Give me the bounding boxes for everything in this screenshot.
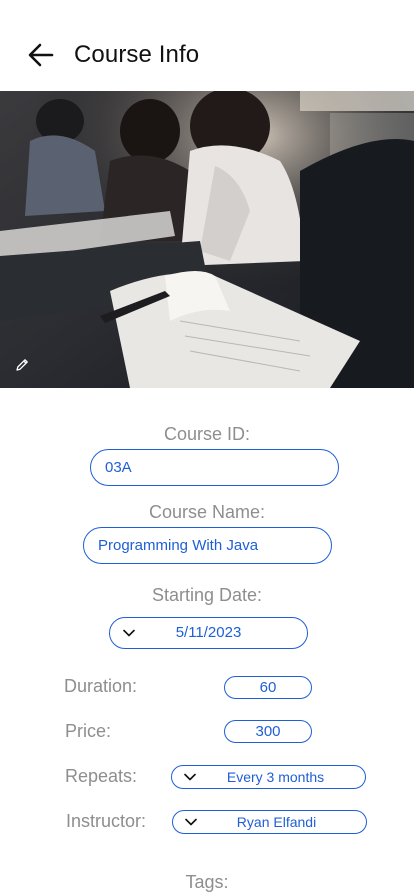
duration-field[interactable]: 60 xyxy=(224,676,312,699)
price-field[interactable]: 300 xyxy=(224,720,312,743)
starting-date-dropdown[interactable]: 5/11/2023 xyxy=(109,617,308,649)
repeats-value: Every 3 months xyxy=(226,769,325,785)
repeats-dropdown[interactable]: Every 3 months xyxy=(171,765,366,789)
course-name-field[interactable]: Programming With Java xyxy=(83,527,332,564)
course-name-label: Course Name: xyxy=(148,502,266,522)
starting-date-value: 5/11/2023 xyxy=(175,624,242,641)
duration-label: Duration: xyxy=(64,676,138,696)
instructor-dropdown[interactable]: Ryan Elfandi xyxy=(172,810,367,834)
course-id-field[interactable]: 03A xyxy=(90,449,339,486)
price-label: Price: xyxy=(65,721,112,741)
classroom-photo-image xyxy=(0,91,414,388)
pencil-edit-icon[interactable] xyxy=(14,357,30,373)
course-photo xyxy=(0,91,414,388)
page-title: Course Info xyxy=(74,41,200,68)
instructor-label: Instructor: xyxy=(66,811,147,831)
repeats-label: Repeats: xyxy=(65,766,138,786)
tags-label: Tags: xyxy=(185,872,229,892)
course-id-label: Course ID: xyxy=(163,424,251,444)
starting-date-label: Starting Date: xyxy=(151,585,263,605)
back-arrow-icon[interactable] xyxy=(26,40,56,70)
instructor-value: Ryan Elfandi xyxy=(236,814,317,830)
app-header: Course Info xyxy=(0,0,414,91)
